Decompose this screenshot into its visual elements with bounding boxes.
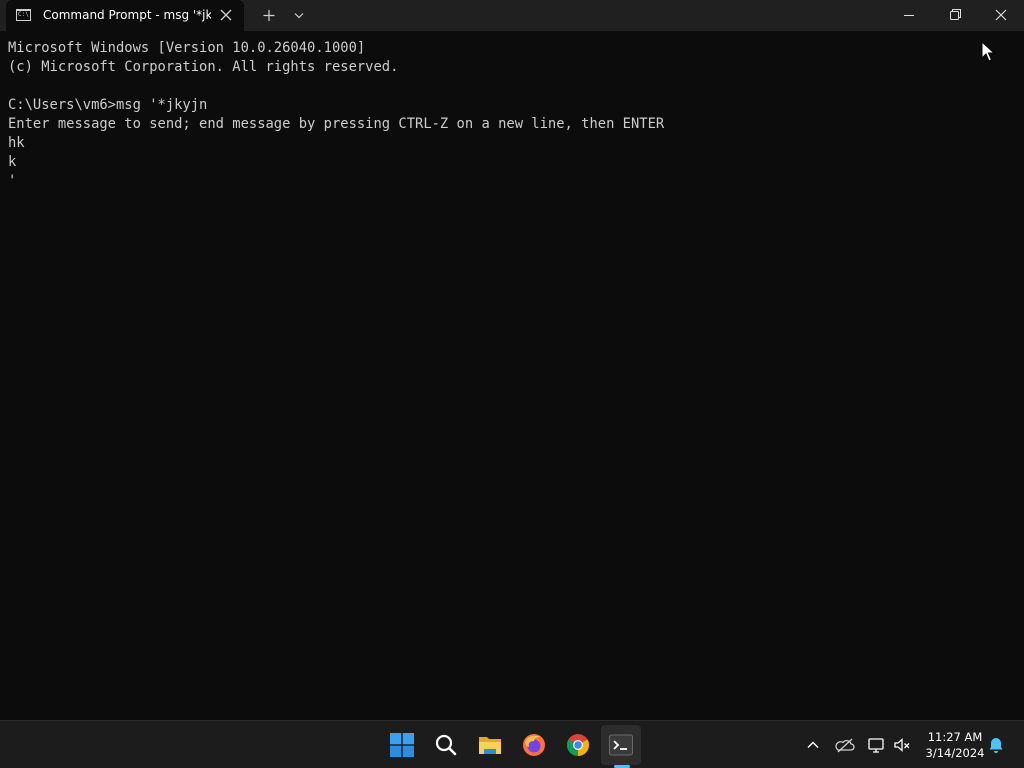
firefox-icon	[523, 734, 545, 756]
new-tab-icon	[263, 10, 275, 21]
console-line: Enter message to send; end message by pr…	[8, 116, 665, 132]
maximize-icon	[950, 9, 961, 20]
tab-title: Command Prompt - msg '*jkyjn	[43, 8, 211, 22]
volume-tray-button[interactable]	[892, 735, 912, 755]
console-line: C:\Users\vm6>msg '*jkyjn	[8, 97, 208, 113]
network-tray-button[interactable]	[866, 735, 886, 755]
chrome-button[interactable]	[558, 725, 598, 765]
onedrive-icon	[835, 738, 855, 753]
minimize-icon	[904, 15, 914, 16]
console-line: (c) Microsoft Corporation. All rights re…	[8, 59, 399, 75]
clock-date: 3/14/2024	[925, 746, 985, 760]
console-line: Microsoft Windows [Version 10.0.26040.10…	[8, 40, 366, 56]
maximize-button[interactable]	[932, 0, 978, 31]
notification-bell-icon	[989, 738, 1003, 753]
show-hidden-icons-button[interactable]	[803, 735, 823, 755]
start-icon	[390, 733, 414, 757]
tab-command-prompt[interactable]: C:\ Command Prompt - msg '*jkyjn	[6, 0, 244, 31]
close-icon	[220, 9, 232, 21]
console-line: k	[8, 154, 17, 170]
volume-muted-icon	[894, 738, 910, 752]
tab-close-button[interactable]	[218, 6, 234, 24]
console-line: '	[8, 173, 17, 189]
close-window-button[interactable]	[978, 0, 1024, 31]
close-icon	[995, 9, 1007, 21]
terminal-button[interactable]	[601, 725, 641, 765]
title-bar: C:\ Command Prompt - msg '*jkyjn	[0, 0, 1024, 31]
clock-time: 11:27 AM	[927, 730, 983, 744]
search-icon	[435, 734, 457, 756]
network-icon	[868, 738, 884, 753]
notifications-button[interactable]	[986, 735, 1006, 755]
clock[interactable]: 11:27 AM 3/14/2024	[916, 729, 994, 761]
tab-dropdown-button[interactable]	[288, 0, 310, 31]
cmd-icon: C:\	[16, 9, 31, 21]
mouse-pointer-icon	[981, 41, 995, 62]
onedrive-tray-button[interactable]	[835, 735, 855, 755]
start-button[interactable]	[382, 725, 422, 765]
chevron-up-icon	[807, 741, 819, 748]
terminal-icon	[609, 734, 633, 756]
file-explorer-button[interactable]	[470, 725, 510, 765]
minimize-button[interactable]	[886, 0, 932, 31]
firefox-button[interactable]	[514, 725, 554, 765]
dropdown-icon	[294, 13, 304, 19]
console-line: hk	[8, 135, 25, 151]
new-tab-button[interactable]	[258, 0, 280, 31]
search-button[interactable]	[426, 725, 466, 765]
chrome-icon	[567, 734, 589, 756]
file-explorer-icon	[479, 737, 501, 754]
console-output[interactable]: Microsoft Windows [Version 10.0.26040.10…	[8, 39, 1008, 191]
taskbar: 11:27 AM 3/14/2024	[0, 720, 1024, 768]
